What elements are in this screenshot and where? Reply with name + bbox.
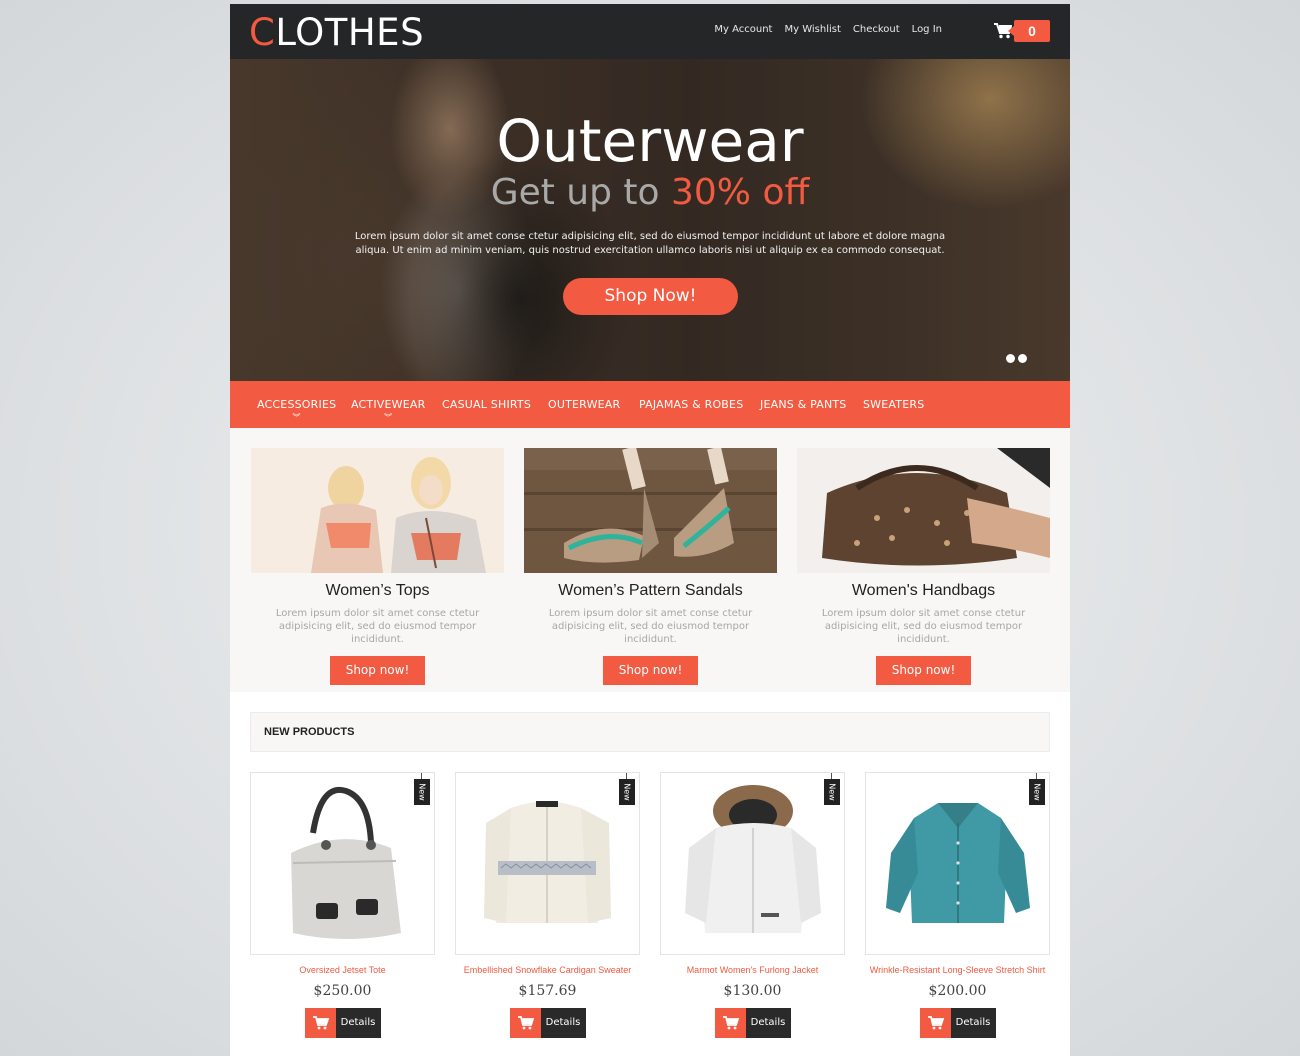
promo-text: Lorem ipsum dolor sit amet conse ctetur …	[548, 608, 753, 645]
shopping-cart-icon	[517, 1016, 534, 1030]
product-actions: Details	[509, 1008, 586, 1038]
product-card: New Marmot Women's Furlong Jacket $130.0…	[660, 772, 845, 1038]
promo-image-pattern-sandals[interactable]	[524, 448, 777, 573]
double-chevron-down-icon: ︾	[292, 413, 301, 422]
product-actions: Details	[919, 1008, 996, 1038]
product-price: $130.00	[723, 983, 782, 999]
hero-subtitle: Get up to 30% off	[490, 172, 810, 213]
add-to-cart-button[interactable]	[509, 1008, 541, 1038]
details-button[interactable]: Details	[335, 1008, 381, 1038]
nav-item-casual-shirts[interactable]: CASUAL SHIRTS	[442, 398, 531, 411]
add-to-cart-button[interactable]	[714, 1008, 746, 1038]
promo-card-handbags: Women's Handbags Lorem ipsum dolor sit a…	[797, 448, 1050, 685]
page: CLOTHES My Account My Wishlist Checkout …	[230, 4, 1070, 1056]
my-wishlist-link[interactable]: My Wishlist	[784, 24, 840, 35]
nav-item-accessories[interactable]: ACCESSORIES ︾	[257, 398, 336, 422]
double-chevron-down-icon: ︾	[384, 413, 393, 422]
nav-item-activewear[interactable]: ACTIVEWEAR ︾	[351, 398, 425, 422]
shopping-cart-icon	[312, 1016, 329, 1030]
log-in-link[interactable]: Log In	[912, 24, 942, 35]
shop-now-button[interactable]: Shop now!	[603, 656, 698, 685]
product-actions: Details	[714, 1008, 791, 1038]
promo-title[interactable]: Women’s Tops	[251, 582, 504, 600]
promo-image-handbags[interactable]	[797, 448, 1050, 573]
promo-card-pattern-sandals: Women’s Pattern Sandals Lorem ipsum dolo…	[524, 448, 777, 685]
product-name[interactable]: Oversized Jetset Tote	[250, 965, 435, 976]
product-name[interactable]: Marmot Women's Furlong Jacket	[660, 965, 845, 976]
new-badge: New	[824, 773, 840, 805]
add-to-cart-button[interactable]	[304, 1008, 336, 1038]
product-price: $250.00	[313, 983, 372, 999]
product-image[interactable]: New	[865, 772, 1050, 955]
product-card: New Embellished Snowflake Cardigan Sweat…	[455, 772, 640, 1038]
hero-description: Lorem ipsum dolor sit amet conse ctetur …	[354, 231, 946, 256]
product-card: New Wrinkle-Resistant Long-Sleeve Stretc…	[865, 772, 1050, 1038]
hero-banner: Outerwear Get up to 30% off Lorem ipsum …	[230, 59, 1070, 381]
checkout-link[interactable]: Checkout	[853, 24, 900, 35]
hero-title: Outerwear	[496, 107, 804, 175]
product-price: $200.00	[928, 983, 987, 999]
section-title: NEW PRODUCTS	[264, 726, 355, 738]
promo-image-womens-tops[interactable]	[251, 448, 504, 573]
slider-dots	[1006, 354, 1027, 363]
promo-title[interactable]: Women’s Pattern Sandals	[524, 582, 777, 600]
add-to-cart-button[interactable]	[919, 1008, 951, 1038]
promo-section: Women’s Tops Lorem ipsum dolor sit amet …	[230, 428, 1070, 692]
shop-now-button[interactable]: Shop now!	[330, 656, 425, 685]
my-account-link[interactable]: My Account	[714, 24, 772, 35]
nav-item-outerwear[interactable]: OUTERWEAR	[548, 398, 620, 411]
header: CLOTHES My Account My Wishlist Checkout …	[230, 4, 1070, 59]
details-button[interactable]: Details	[540, 1008, 586, 1038]
new-badge: New	[619, 773, 635, 805]
new-badge: New	[1029, 773, 1045, 805]
product-image[interactable]: New	[250, 772, 435, 955]
slider-dot[interactable]	[1006, 354, 1015, 363]
nav-item-pajamas-robes[interactable]: PAJAMAS & ROBES	[639, 398, 743, 411]
logo[interactable]: CLOTHES	[249, 12, 424, 54]
slider-dot[interactable]	[1018, 354, 1027, 363]
product-image[interactable]: New	[455, 772, 640, 955]
product-card: New Oversized Jetset Tote $250.00 Detail…	[250, 772, 435, 1038]
promo-card-womens-tops: Women’s Tops Lorem ipsum dolor sit amet …	[251, 448, 504, 685]
details-button[interactable]: Details	[745, 1008, 791, 1038]
nav-item-jeans-pants[interactable]: JEANS & PANTS	[760, 398, 847, 411]
product-image[interactable]: New	[660, 772, 845, 955]
promo-text: Lorem ipsum dolor sit amet conse ctetur …	[821, 608, 1026, 645]
shopping-cart-icon	[722, 1016, 739, 1030]
product-name[interactable]: Embellished Snowflake Cardigan Sweater	[455, 965, 640, 976]
cart-count-badge[interactable]: 0	[1008, 20, 1050, 42]
product-price: $157.69	[518, 983, 577, 999]
nav-item-sweaters[interactable]: SWEATERS	[863, 398, 924, 411]
product-actions: Details	[304, 1008, 381, 1038]
shop-now-button[interactable]: Shop Now!	[563, 278, 738, 315]
promo-title[interactable]: Women's Handbags	[797, 582, 1050, 600]
shop-now-button[interactable]: Shop now!	[876, 656, 971, 685]
details-button[interactable]: Details	[950, 1008, 996, 1038]
category-nav: ACCESSORIES ︾ ACTIVEWEAR ︾ CASUAL SHIRTS…	[230, 381, 1070, 428]
shopping-cart-icon	[927, 1016, 944, 1030]
new-badge: New	[414, 773, 430, 805]
promo-text: Lorem ipsum dolor sit amet conse ctetur …	[275, 608, 480, 645]
product-name[interactable]: Wrinkle-Resistant Long-Sleeve Stretch Sh…	[865, 965, 1050, 976]
new-products-header: NEW PRODUCTS	[250, 712, 1050, 752]
top-links: My Account My Wishlist Checkout Log In	[714, 24, 942, 35]
